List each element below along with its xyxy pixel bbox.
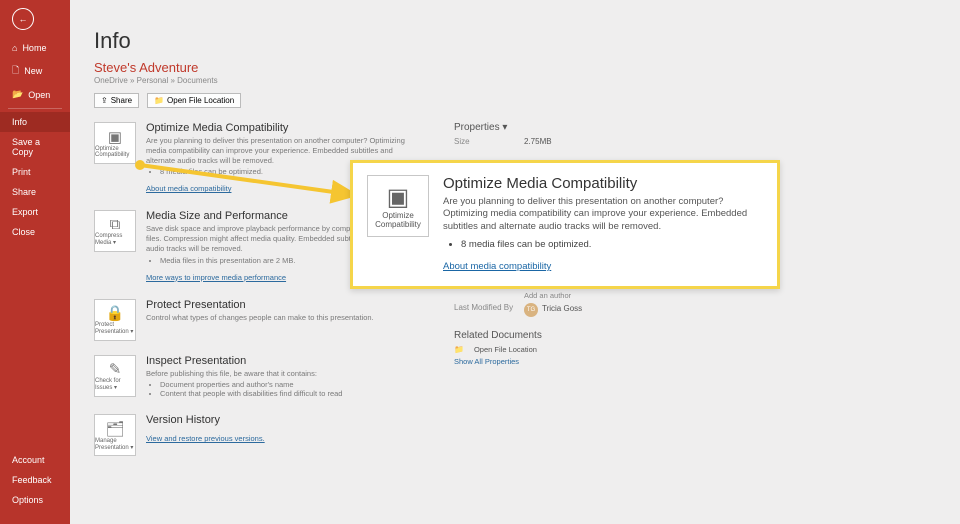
- show-all-properties-link[interactable]: Show All Properties: [454, 357, 519, 366]
- protect-heading: Protect Presentation: [146, 299, 414, 311]
- nav-feedback[interactable]: Feedback: [0, 470, 70, 490]
- history-block: 🗂Manage Presentation ▾ Version History V…: [94, 414, 414, 456]
- prop-size-key: Size: [454, 137, 514, 146]
- open-file-location-button[interactable]: 📁Open File Location: [147, 93, 241, 108]
- folder-icon: 📁: [154, 96, 164, 105]
- inspect-bullet-2: Content that people with disabilities fi…: [160, 389, 414, 398]
- folder-icon: 📁: [454, 345, 464, 354]
- prop-lastmod-val: Tricia Goss: [542, 304, 582, 313]
- optimize-compatibility-tile[interactable]: ▣Optimize Compatibility: [94, 122, 136, 164]
- page-title: Info: [94, 28, 936, 54]
- nav-separator: [8, 108, 62, 109]
- inspect-heading: Inspect Presentation: [146, 355, 414, 367]
- backstage-sidebar: ← ⌂Home 🗋New 📂Open Info Save a Copy Prin…: [0, 0, 70, 524]
- document-path: OneDrive » Personal » Documents: [94, 76, 936, 85]
- prop-lastmod-key: Last Modified By: [454, 303, 514, 317]
- version-history-link[interactable]: View and restore previous versions.: [146, 434, 265, 443]
- check-issues-tile[interactable]: ✎Check for Issues ▾: [94, 355, 136, 397]
- avatar: TG: [524, 303, 538, 317]
- about-media-compat-link[interactable]: About media compatibility: [146, 184, 231, 193]
- share-icon: ⇪: [101, 96, 108, 105]
- open-icon: 📂: [12, 89, 23, 100]
- nav-print[interactable]: Print: [0, 162, 70, 182]
- properties-heading[interactable]: Properties ▾: [454, 122, 936, 133]
- nav-open[interactable]: 📂Open: [0, 84, 70, 105]
- nav-home[interactable]: ⌂Home: [0, 38, 70, 58]
- back-arrow-icon: ←: [19, 14, 28, 24]
- document-title: Steve's Adventure: [94, 60, 936, 75]
- callout-heading: Optimize Media Compatibility: [443, 175, 763, 192]
- protect-block: 🔒Protect Presentation ▾ Protect Presenta…: [94, 299, 414, 341]
- nav-info[interactable]: Info: [0, 112, 70, 132]
- media-icon: ▣: [387, 183, 410, 212]
- inspect-block: ✎Check for Issues ▾ Inspect Presentation…: [94, 355, 414, 401]
- share-button[interactable]: ⇪Share: [94, 93, 139, 108]
- callout-link[interactable]: About media compatibility: [443, 261, 551, 272]
- inspect-bullet-1: Document properties and author's name: [160, 380, 414, 389]
- nav-account[interactable]: Account: [0, 450, 70, 470]
- protect-presentation-tile[interactable]: 🔒Protect Presentation ▾: [94, 299, 136, 341]
- media-icon: ▣: [108, 128, 122, 146]
- nav-share[interactable]: Share: [0, 182, 70, 202]
- add-author-link[interactable]: Add an author: [524, 291, 571, 300]
- improve-media-link[interactable]: More ways to improve media performance: [146, 273, 286, 282]
- related-docs-heading: Related Documents: [454, 330, 936, 341]
- home-icon: ⌂: [12, 43, 17, 53]
- lock-icon: 🔒: [106, 304, 125, 322]
- nav-options[interactable]: Options: [0, 490, 70, 510]
- nav-new[interactable]: 🗋New: [0, 58, 70, 84]
- back-button[interactable]: ←: [12, 8, 34, 30]
- callout-desc: Are you planning to deliver this present…: [443, 196, 763, 233]
- new-icon: 🗋: [12, 63, 19, 79]
- open-file-location-link[interactable]: Open File Location: [474, 345, 537, 354]
- history-heading: Version History: [146, 414, 414, 426]
- history-icon: 🗂: [105, 420, 124, 438]
- manage-presentation-tile[interactable]: 🗂Manage Presentation ▾: [94, 414, 136, 456]
- protect-desc: Control what types of changes people can…: [146, 313, 414, 323]
- callout-bullet: 8 media files can be optimized.: [461, 239, 763, 250]
- inspect-desc: Before publishing this file, be aware th…: [146, 369, 414, 379]
- optimize-heading: Optimize Media Compatibility: [146, 122, 414, 134]
- nav-save-copy[interactable]: Save a Copy: [0, 132, 70, 162]
- prop-size-val: 2.75MB: [524, 137, 552, 146]
- callout-zoom: ▣ Optimize Compatibility Optimize Media …: [350, 160, 780, 289]
- callout-tile[interactable]: ▣ Optimize Compatibility: [367, 175, 429, 237]
- compress-media-tile[interactable]: ⧉Compress Media ▾: [94, 210, 136, 252]
- inspect-icon: ✎: [109, 360, 122, 378]
- nav-export[interactable]: Export: [0, 202, 70, 222]
- compress-icon: ⧉: [110, 216, 121, 233]
- nav-close[interactable]: Close: [0, 222, 70, 242]
